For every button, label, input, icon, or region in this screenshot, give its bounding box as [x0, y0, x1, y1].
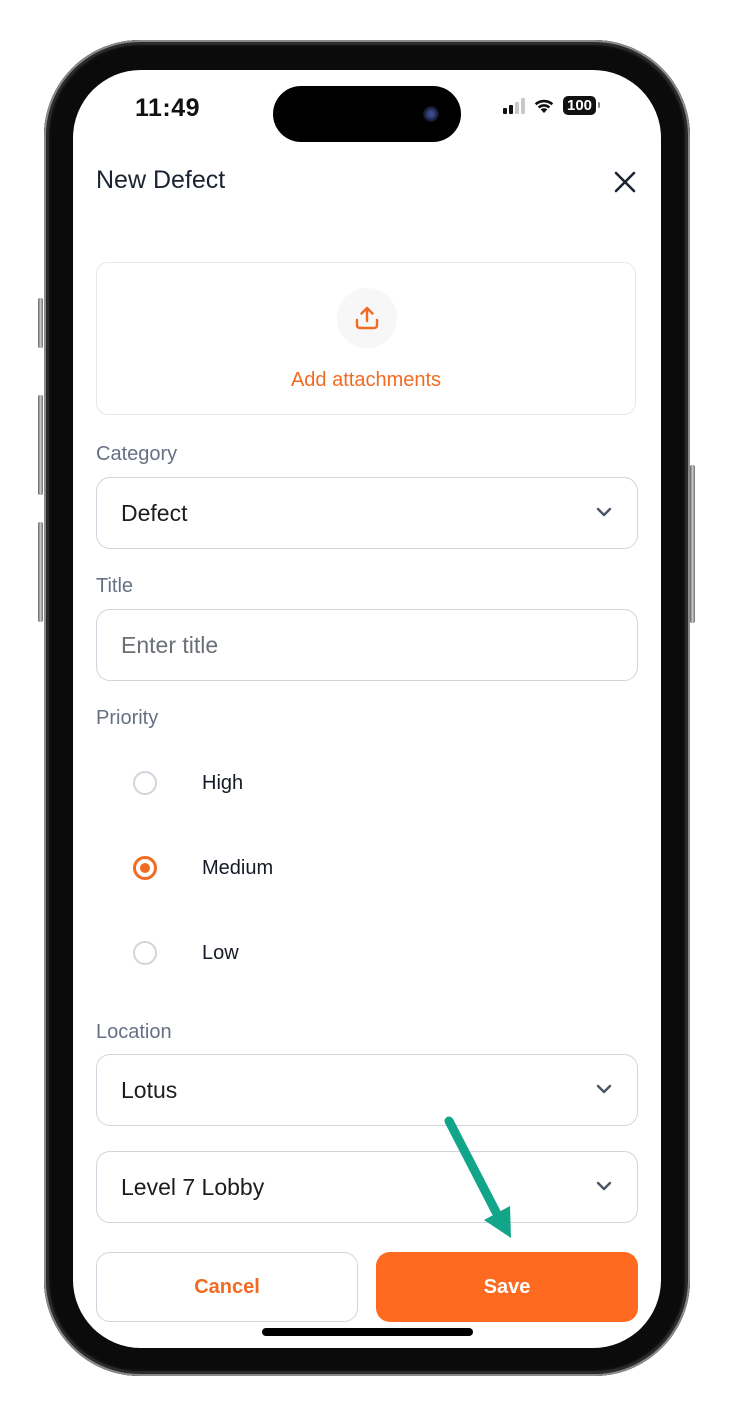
- radio-button-checked[interactable]: [133, 856, 157, 880]
- upload-icon: [355, 306, 379, 330]
- add-attachments-label: Add attachments: [290, 369, 442, 391]
- battery-indicator: 100: [563, 96, 601, 115]
- priority-option-label: High: [202, 771, 244, 794]
- volume-up-button: [38, 395, 43, 495]
- wifi-icon: [534, 99, 554, 113]
- power-button: [690, 465, 695, 623]
- title-placeholder: Enter title: [121, 632, 219, 658]
- close-icon: [614, 171, 636, 193]
- priority-option-low[interactable]: Low: [133, 933, 239, 973]
- home-indicator[interactable]: [262, 1328, 473, 1336]
- priority-option-label: Low: [202, 941, 239, 964]
- dynamic-island: [273, 86, 461, 142]
- title-input[interactable]: Enter title: [96, 609, 638, 681]
- chevron-down-icon: [596, 1181, 612, 1191]
- volume-down-button: [38, 522, 43, 622]
- cancel-button[interactable]: Cancel: [96, 1252, 358, 1322]
- page-title: New Defect: [96, 166, 226, 194]
- add-attachments-button[interactable]: Add attachments: [96, 262, 636, 415]
- cellular-signal-icon: [503, 97, 525, 114]
- app-screen: 11:49 100 New Defect Add attachments Cat…: [73, 70, 661, 1348]
- location-area-select[interactable]: Level 7 Lobby: [96, 1151, 638, 1223]
- location-label: Location: [96, 1021, 172, 1043]
- location-site-value: Lotus: [121, 1077, 178, 1103]
- status-time: 11:49: [135, 94, 201, 122]
- category-value: Defect: [121, 500, 188, 526]
- chevron-down-icon: [596, 1084, 612, 1094]
- action-button: [38, 298, 43, 348]
- chevron-down-icon: [596, 507, 612, 517]
- location-site-select[interactable]: Lotus: [96, 1054, 638, 1126]
- category-label: Category: [96, 443, 178, 465]
- radio-button-unchecked[interactable]: [133, 941, 157, 965]
- save-button[interactable]: Save: [376, 1252, 638, 1322]
- upload-icon-container: [337, 288, 397, 348]
- radio-button-unchecked[interactable]: [133, 771, 157, 795]
- status-icons: 100: [503, 96, 601, 115]
- category-select[interactable]: Defect: [96, 477, 638, 549]
- title-label: Title: [96, 575, 134, 597]
- priority-option-label: Medium: [202, 856, 274, 879]
- priority-option-high[interactable]: High: [133, 763, 243, 803]
- priority-option-medium[interactable]: Medium: [133, 848, 273, 888]
- camera-icon: [423, 106, 439, 122]
- priority-label: Priority: [96, 707, 159, 729]
- close-button[interactable]: [611, 168, 639, 196]
- location-area-value: Level 7 Lobby: [121, 1174, 265, 1200]
